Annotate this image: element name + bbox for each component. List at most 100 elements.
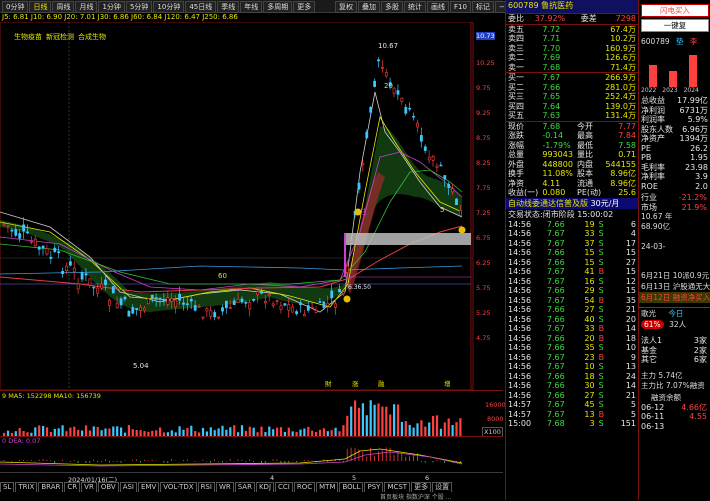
volume-bar [354,400,357,437]
event-marker[interactable]: 增 [444,378,451,388]
candle-body [209,310,213,317]
news-item[interactable]: 6月12日 融资净买入 [639,292,710,303]
period-tab[interactable]: 周线 [52,1,75,13]
candle-body [361,163,365,165]
candle-body [26,231,29,234]
candle-body [84,273,88,276]
indicator-tab[interactable]: SAR [234,482,255,492]
news-item[interactable]: 6月21日 10派0.9元 [639,270,710,281]
period-tab[interactable]: 季线 [217,1,240,13]
indicator-tab[interactable]: 设置 [432,482,453,492]
candle-body [455,198,458,206]
candle-body [131,307,135,314]
volume-pane[interactable]: 9 MA5: 152298 MA10: 156739 16000 8000 X1… [0,390,506,437]
volume-bar [455,422,458,437]
volume-bar [346,415,349,437]
legal-row: 基金 2家 [641,345,707,355]
candle-body [291,306,295,313]
tick-row: 14:56 7.66 20 B 18 [508,333,636,343]
period-tab[interactable]: 1分钟 [98,1,125,13]
jiguang-tag[interactable]: 今日 [668,309,683,318]
period-tab[interactable]: 日线 [29,1,52,13]
macd-pane[interactable]: 0 DEA: 0.07 [0,436,503,473]
fund-row: 毛利率 23.98 [641,162,708,172]
period-tab[interactable]: 5分钟 [125,1,153,13]
indicator-tab[interactable]: SL [0,482,15,492]
indicator-tab[interactable]: MCST [384,482,411,492]
toolbar-button[interactable]: 复权 [335,1,357,13]
candle-body [435,165,439,168]
bids-row: 买四 7.64 139.0万 [508,101,636,111]
indicator-tab[interactable]: ROC [293,482,316,492]
indicator-tab[interactable]: BOLL [339,482,364,492]
info-tab-1[interactable]: 垫 [676,37,684,46]
indicator-tab[interactable]: WR [215,482,234,492]
period-tab[interactable]: 10分钟 [153,1,185,13]
indicator-tab[interactable]: CCI [275,482,293,492]
indicator-tab[interactable]: BRAR [38,482,64,492]
toolbar-button[interactable]: F10 [450,1,471,13]
promo-banner[interactable]: 自动线委通达信普及版 30元/月 [506,197,638,209]
candle-body [240,298,244,303]
toolbar-button[interactable]: 叠加 [358,1,380,13]
status-bar: 首页板块 指数沪深 个股 ... [380,494,452,501]
indicator-tab[interactable]: KDJ [255,482,275,492]
label-60: 60 [218,272,227,280]
news-item[interactable]: 6月13日 沪股通无大 [639,281,710,292]
lightning-buy-button[interactable]: 闪电买入 [641,4,709,17]
toolbar-button[interactable]: 多股 [381,1,403,13]
period-tab[interactable]: 年线 [240,1,263,13]
concept-tag[interactable]: 新冠检测 [46,33,74,41]
info-tab-2[interactable]: 李 [690,37,698,46]
bids-row: 买二 7.66 281.0万 [508,82,636,92]
candle-body [197,306,201,308]
indicator-tab[interactable]: TRIX [15,482,38,492]
year-label: 2022 [641,87,657,94]
toolbar-button[interactable]: 标记 [471,1,494,13]
concept-tag[interactable]: 合成生物 [78,33,106,41]
period-tab[interactable]: 0分钟 [2,1,29,13]
indicator-tab[interactable]: OBV [97,482,119,492]
fund-row: ROE 2.0 [641,181,708,191]
volume-bar [373,404,376,437]
mark-5: 5 [440,206,445,214]
indicator-tab[interactable]: RSI [197,482,215,492]
event-marker[interactable]: 涨 [352,378,359,388]
fund-row: PB 1.95 [641,153,708,162]
candle-body [341,291,345,294]
info-code: 600789 [641,37,670,46]
candle-body [458,209,462,216]
tick-row: 14:56 7.66 19 S 6 [508,219,636,229]
indicator-tab[interactable]: ASI [119,482,137,492]
candle-body [14,229,18,236]
volume-bar [393,404,396,437]
candle-body [365,131,369,139]
indicator-tab[interactable]: VOL-TDX [160,482,197,492]
event-marker[interactable]: 融 [378,378,385,388]
period-tab[interactable]: 45日线 [185,1,217,13]
volume-bar [357,407,361,437]
indicator-tab[interactable]: EMV [138,482,160,492]
indicator-tab[interactable]: PSY [364,482,384,492]
indicator-tab[interactable]: VR [81,482,97,492]
toolbar-button[interactable]: 统计 [404,1,426,13]
candle-body [225,300,228,309]
candle-body [314,310,318,313]
period-tab[interactable]: 更多 [293,1,316,13]
one-key-button[interactable]: 一键复 [641,19,709,32]
concept-tag[interactable]: 生物疫苗 [14,33,42,41]
tick-row: 14:56 7.67 23 B 9 [508,352,636,362]
people-count: 32人 [669,320,687,329]
stat-row: 换手 11.08% 股本 8.96亿 [508,169,636,178]
period-tab[interactable]: 多周期 [263,1,293,13]
indicator-tab[interactable]: CR [64,482,81,492]
period-tab[interactable]: 月线 [75,1,98,13]
indicator-tab[interactable]: 更多 [411,482,432,492]
kline-chart[interactable]: 生物疫苗 新冠检测 合成生物 10.67 5.04 20 60 6.36.50 5 … [0,22,503,390]
candle-body [384,72,388,77]
candle-body [221,307,224,312]
toolbar-button[interactable]: 画线 [427,1,449,13]
candle-body [431,155,435,161]
indicator-tab[interactable]: MTM [316,482,339,492]
event-marker[interactable]: 財 [325,378,332,388]
